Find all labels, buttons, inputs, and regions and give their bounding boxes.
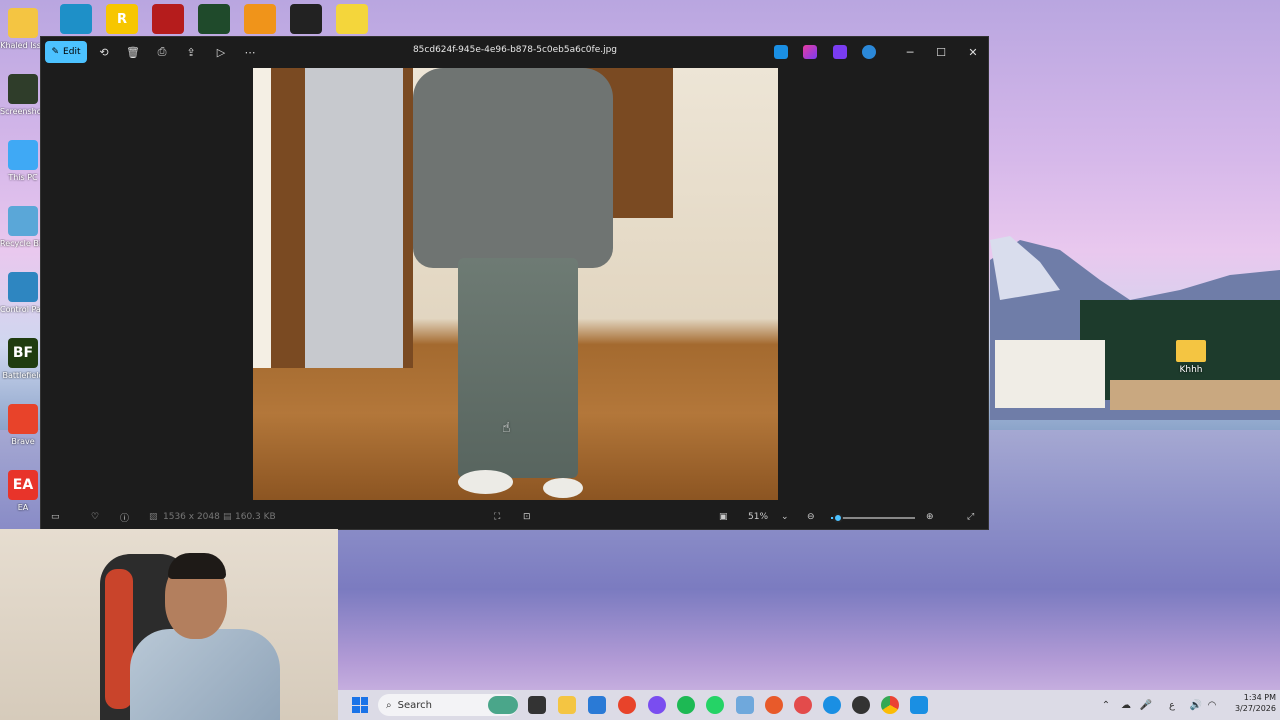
volume-icon[interactable]: 🔊 — [1188, 697, 1204, 713]
store-icon[interactable] — [588, 696, 606, 714]
webcam-chair-accent — [105, 569, 133, 709]
fullscreen-icon[interactable]: ⤢ — [967, 509, 974, 525]
webcam-overlay — [0, 529, 338, 720]
photo-scene-jeans — [458, 258, 578, 478]
zoom-out-icon[interactable]: ⊖ — [807, 509, 815, 525]
tshirt-icon[interactable] — [290, 4, 322, 34]
minimize-icon[interactable]: ─ — [901, 43, 919, 61]
app-icon-purple[interactable] — [833, 45, 847, 59]
webcam-person-hair — [168, 553, 226, 579]
desktop-icon-glyph — [8, 206, 38, 236]
file-size-icon: ▤ — [223, 512, 232, 522]
desktop-folder-khhh[interactable]: Khhh — [1172, 340, 1210, 375]
spotify-icon[interactable] — [677, 696, 695, 714]
more-options-icon[interactable]: ⋯ — [241, 43, 259, 61]
tray-chevron-icon[interactable]: ⌃ — [1098, 697, 1114, 713]
share-icon[interactable]: ⇪ — [182, 43, 200, 61]
zoom-slider-thumb[interactable] — [832, 513, 843, 523]
desktop-icon-glyph: BF — [8, 338, 38, 368]
file-name: 85cd624f-945e-4e96-b878-5c0eb5a6c0fe.jpg — [412, 45, 618, 55]
designer-icon[interactable] — [774, 45, 788, 59]
photo-scene-shoe — [458, 470, 513, 494]
maximize-icon[interactable]: ☐ — [932, 43, 950, 61]
rotate-icon[interactable]: ⟲ — [95, 43, 113, 61]
app-icon-orange[interactable] — [765, 696, 783, 714]
chrome-icon[interactable] — [881, 696, 899, 714]
edge-taskbar-icon[interactable] — [823, 696, 841, 714]
photos-titlebar: ✎ Edit ⟲ 🗑 ⎙ ⇪ ▷ ⋯ 85cd624f-945e-4e96-b8… — [41, 37, 988, 67]
edit-label: Edit — [63, 47, 81, 57]
photos-window: ✎ Edit ⟲ 🗑 ⎙ ⇪ ▷ ⋯ 85cd624f-945e-4e96-b8… — [40, 36, 989, 530]
print-icon[interactable]: ⎙ — [153, 43, 171, 61]
messenger-icon[interactable] — [648, 696, 666, 714]
app-icon-blue[interactable] — [736, 696, 754, 714]
desktop-icon-glyph — [8, 140, 38, 170]
filmstrip-icon[interactable]: ▭ — [51, 509, 60, 525]
photo-scene-hoodie — [413, 68, 613, 268]
app-icon-red[interactable] — [618, 696, 636, 714]
folder-icon — [1176, 340, 1206, 362]
network-cloud-icon[interactable]: ☁ — [1118, 697, 1134, 713]
search-icon: ⌕ — [386, 699, 392, 711]
desktop-icon-glyph: EA — [8, 470, 38, 500]
task-view-icon[interactable] — [528, 696, 546, 714]
photo-scene-hallway — [253, 68, 413, 368]
clock-time: 1:34 PM — [1243, 693, 1276, 702]
photo-scene-shoe — [543, 478, 583, 498]
game-icon-red[interactable] — [152, 4, 184, 34]
clock-date: 3/27/2026 — [1234, 704, 1276, 713]
desktop-top-icons: R — [60, 4, 368, 36]
onedrive-icon[interactable] — [862, 45, 876, 59]
info-icon[interactable]: ⓘ — [120, 509, 129, 525]
start-button[interactable] — [352, 697, 368, 713]
slideshow-icon[interactable]: ▷ — [212, 43, 230, 61]
game-icon-green[interactable] — [198, 4, 230, 34]
edit-button[interactable]: ✎ Edit — [45, 41, 87, 63]
clipchamp-icon[interactable] — [803, 45, 817, 59]
folder-label: Khhh — [1179, 365, 1203, 375]
face-icon[interactable] — [336, 4, 368, 34]
image-dimensions: 1536 x 2048 — [163, 512, 220, 522]
desktop-icon-glyph — [8, 272, 38, 302]
fit-window-icon[interactable]: ▣ — [719, 509, 728, 525]
app-icon-active[interactable] — [794, 696, 812, 714]
photos-bottombar: ▭ ♡ ⓘ ▨ 1536 x 2048 ▤ 160.3 KB ⛶ ⊡ ▣ 51%… — [41, 503, 988, 531]
ocr-scan-icon[interactable]: ⛶ — [494, 509, 500, 525]
delete-icon[interactable]: 🗑 — [124, 43, 142, 61]
edge-icon[interactable] — [60, 4, 92, 34]
zoom-slider[interactable] — [831, 513, 915, 523]
zoom-dropdown-chevron-icon[interactable]: ⌄ — [781, 509, 789, 525]
game-icon-orange[interactable] — [244, 4, 276, 34]
taskbar-clock[interactable]: 1:34 PM 3/27/2026 — [1220, 692, 1276, 714]
microphone-icon[interactable]: 🎤 — [1138, 697, 1154, 713]
taskbar: ⌕ Search ⌃ ☁ 🎤 ع 🔊 ◠ — [338, 690, 1280, 720]
desktop-icon-glyph — [8, 404, 38, 434]
photo-view[interactable] — [253, 68, 778, 500]
search-placeholder: Search — [397, 699, 432, 711]
language-indicator[interactable]: ع — [1164, 697, 1180, 713]
app-icon-dark[interactable] — [852, 696, 870, 714]
favorite-icon[interactable]: ♡ — [91, 509, 99, 525]
desktop-icon-glyph — [8, 8, 38, 38]
zoom-in-icon[interactable]: ⊕ — [926, 509, 934, 525]
rockstar-icon[interactable]: R — [106, 4, 138, 34]
webcam-person-body — [130, 629, 280, 720]
edit-icon: ✎ — [51, 47, 60, 57]
file-size: 160.3 KB — [235, 512, 276, 522]
desktop-icon-glyph — [8, 74, 38, 104]
crop-scan-icon[interactable]: ⊡ — [523, 509, 531, 525]
search-highlight-icon[interactable] — [488, 696, 518, 714]
zoom-level[interactable]: 51% — [748, 509, 768, 525]
whatsapp-icon[interactable] — [706, 696, 724, 714]
close-icon[interactable]: ✕ — [964, 43, 982, 61]
image-icon: ▨ — [149, 512, 158, 522]
hand-cursor-icon: ☝ — [502, 420, 511, 436]
file-explorer-icon[interactable] — [558, 696, 576, 714]
photos-taskbar-icon[interactable] — [910, 696, 928, 714]
wifi-icon[interactable]: ◠ — [1204, 697, 1220, 713]
